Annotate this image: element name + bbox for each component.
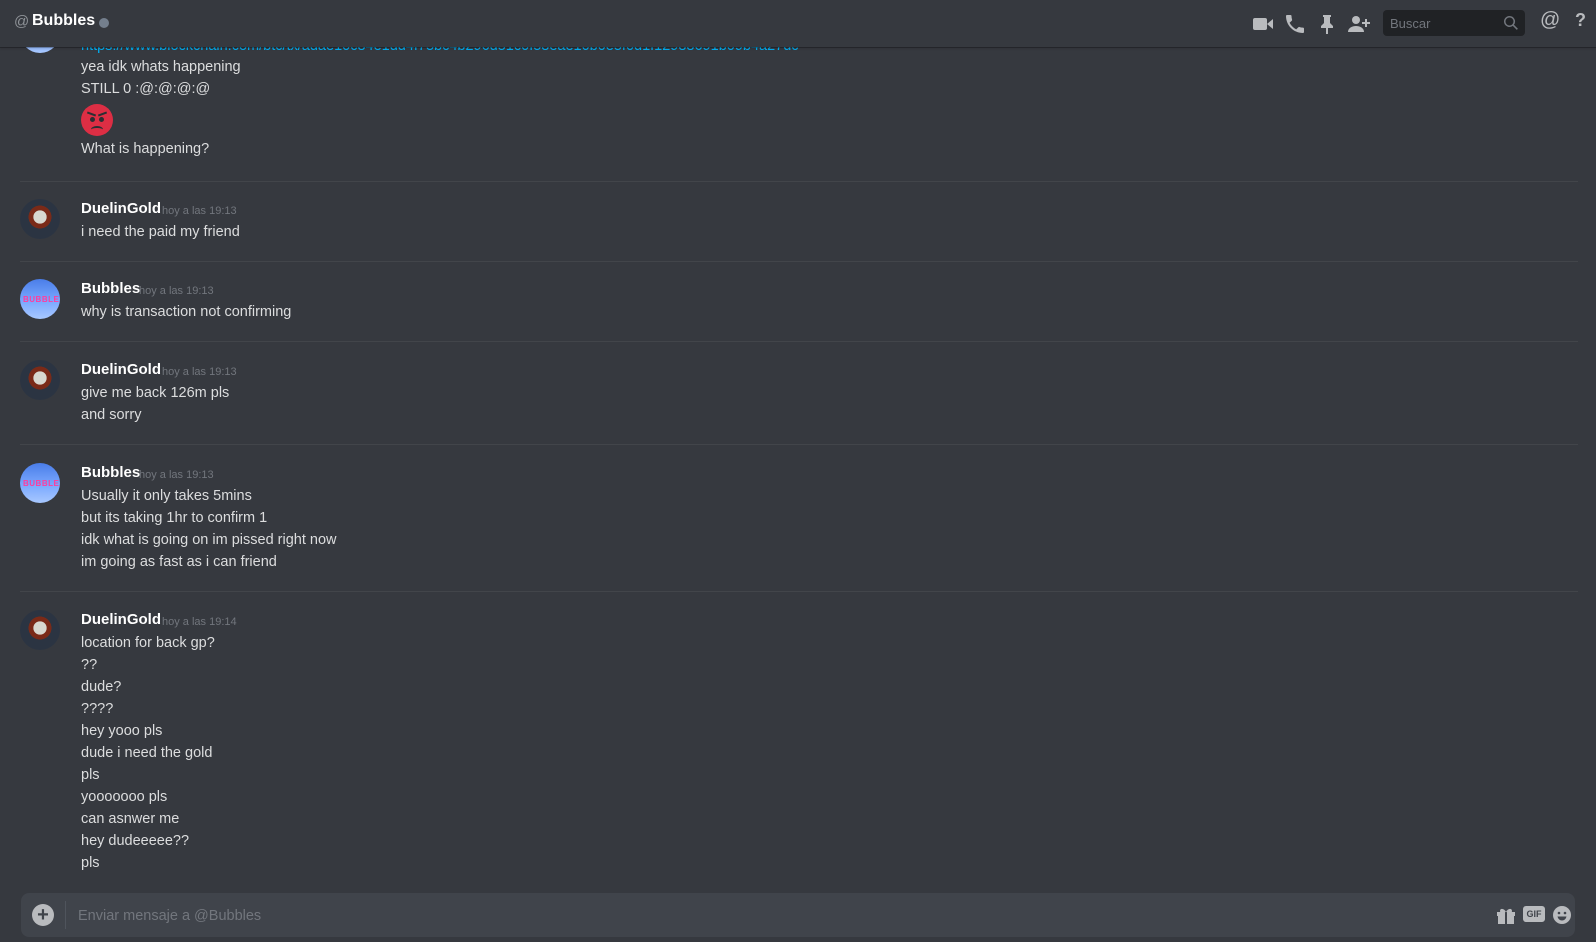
message-line: but its taking 1hr to confirm 1 xyxy=(81,510,268,526)
message-list: BUBBLES https://www.blockchain.com/btc/t… xyxy=(0,0,1596,872)
avatar[interactable] xyxy=(20,199,60,239)
message-line: yooooooo pls xyxy=(81,789,168,805)
message-divider xyxy=(20,181,1578,182)
channel-header: @ Bubbles Buscar @ ? xyxy=(0,0,1596,47)
message-line: i need the paid my friend xyxy=(81,224,240,240)
search-bar[interactable]: Buscar xyxy=(1383,10,1525,36)
message-divider xyxy=(20,444,1578,445)
message-line: yea idk whats happening xyxy=(81,59,241,75)
message-line: hey yooo pls xyxy=(81,723,163,739)
timestamp: hoy a las 19:14 xyxy=(162,616,237,628)
phone-icon[interactable] xyxy=(1283,12,1307,36)
emoji-picker-icon[interactable] xyxy=(1551,905,1573,925)
timestamp: hoy a las 19:13 xyxy=(139,285,214,297)
status-icon xyxy=(99,18,109,28)
timestamp: hoy a las 19:13 xyxy=(162,366,237,378)
message-line: can asnwer me xyxy=(81,811,180,827)
message-line: idk what is going on im pissed right now xyxy=(81,532,337,548)
avatar[interactable]: BUBBLES xyxy=(20,463,60,503)
angry-face-icon xyxy=(81,104,113,136)
composer-divider xyxy=(65,901,66,929)
message-divider xyxy=(20,591,1578,592)
message-divider xyxy=(20,341,1578,342)
author-name[interactable]: DuelinGold xyxy=(81,200,161,217)
avatar[interactable] xyxy=(20,610,60,650)
message-input[interactable] xyxy=(76,902,1460,930)
message-line: location for back gp? xyxy=(81,635,215,651)
message-line: give me back 126m pls xyxy=(81,385,230,401)
timestamp: hoy a las 19:13 xyxy=(162,205,237,217)
message-line: Usually it only takes 5mins xyxy=(81,488,252,504)
video-icon[interactable] xyxy=(1251,12,1275,36)
add-friend-icon[interactable] xyxy=(1347,12,1371,36)
message-line: What is happening? xyxy=(81,141,210,157)
mention-icon[interactable]: @ xyxy=(1540,9,1564,33)
message-divider xyxy=(20,261,1578,262)
search-placeholder: Buscar xyxy=(1390,16,1431,31)
gif-button[interactable]: GIF xyxy=(1523,906,1545,922)
message-line: ?? xyxy=(81,657,98,673)
message-line: dude i need the gold xyxy=(81,745,213,761)
avatar[interactable] xyxy=(20,360,60,400)
search-icon[interactable] xyxy=(1503,15,1519,31)
gift-icon[interactable] xyxy=(1495,905,1517,925)
message-line: pls xyxy=(81,855,100,871)
message-line: ???? xyxy=(81,701,114,717)
channel-name: Bubbles xyxy=(32,12,96,29)
author-name[interactable]: DuelinGold xyxy=(81,361,161,378)
message-line: im going as fast as i can friend xyxy=(81,554,277,570)
avatar[interactable]: BUBBLES xyxy=(20,279,60,319)
author-name[interactable]: Bubbles xyxy=(81,464,140,481)
message-line: pls xyxy=(81,767,100,783)
message-line: and sorry xyxy=(81,407,142,423)
author-name[interactable]: Bubbles xyxy=(81,280,140,297)
help-icon[interactable]: ? xyxy=(1575,10,1589,34)
message-line: why is transaction not confirming xyxy=(81,304,292,320)
attach-plus-icon[interactable]: + xyxy=(32,904,54,926)
message-line: STILL 0 :@:@:@:@ xyxy=(81,81,211,97)
message-line: hey dudeeeee?? xyxy=(81,833,190,849)
timestamp: hoy a las 19:13 xyxy=(139,469,214,481)
message-line: dude? xyxy=(81,679,122,695)
author-name[interactable]: DuelinGold xyxy=(81,611,161,628)
pin-icon[interactable] xyxy=(1315,12,1339,36)
at-icon: @ xyxy=(14,13,30,30)
message-composer: + GIF xyxy=(21,893,1575,937)
